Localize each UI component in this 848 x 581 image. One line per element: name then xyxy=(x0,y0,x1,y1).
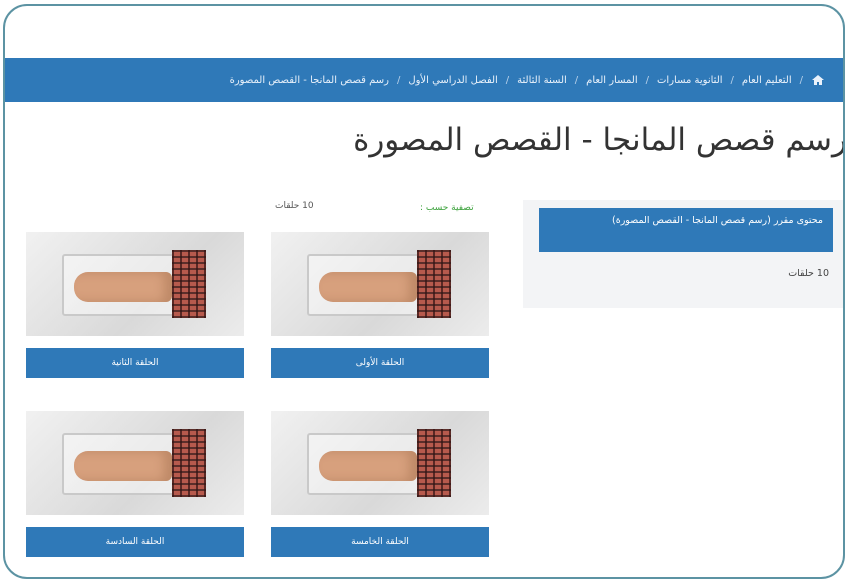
episode-thumbnail[interactable] xyxy=(271,411,489,515)
breadcrumb-bar: / التعليم العام / الثانوية مسارات / المس… xyxy=(5,58,843,102)
breadcrumb-item[interactable]: الثانوية مسارات xyxy=(657,75,723,86)
breadcrumb-item[interactable]: التعليم العام xyxy=(742,75,792,86)
breadcrumb-item[interactable]: الفصل الدراسي الأول xyxy=(408,75,497,86)
breadcrumb-item[interactable]: السنة الثالثة xyxy=(517,75,567,86)
episode-button[interactable]: الحلقة الثانية xyxy=(26,348,244,378)
grid-block xyxy=(172,429,206,497)
hand-illustration xyxy=(74,451,172,481)
episode-card[interactable]: الحلقة الأولى xyxy=(271,232,489,378)
grid-block xyxy=(417,250,451,318)
episode-card[interactable]: الحلقة الثانية xyxy=(26,232,244,378)
breadcrumb-separator: / xyxy=(730,74,734,86)
browser-frame: / التعليم العام / الثانوية مسارات / المس… xyxy=(3,4,845,579)
breadcrumb-separator: / xyxy=(799,74,803,86)
breadcrumb-item[interactable]: المسار العام xyxy=(586,75,637,86)
episode-button[interactable]: الحلقة السادسة xyxy=(26,527,244,557)
episode-card[interactable]: الحلقة السادسة xyxy=(26,411,244,557)
hand-illustration xyxy=(319,272,417,302)
episode-thumbnail[interactable] xyxy=(26,411,244,515)
episode-button[interactable]: الحلقة الخامسة xyxy=(271,527,489,557)
breadcrumb-separator: / xyxy=(574,74,579,86)
home-icon[interactable] xyxy=(811,73,825,87)
breadcrumb-separator: / xyxy=(505,74,510,86)
episode-button[interactable]: الحلقة الأولى xyxy=(271,348,489,378)
grid-block xyxy=(172,250,206,318)
lessons-count: 10 حلقات xyxy=(275,201,314,211)
sidebar-count: 10 حلقات xyxy=(788,268,829,279)
page-title: رسم قصص المانجا - القصص المصورة xyxy=(353,122,845,158)
grid-block xyxy=(417,429,451,497)
filter-label[interactable]: تصفية حسب : xyxy=(420,203,474,213)
breadcrumb-separator: / xyxy=(396,74,401,86)
episode-thumbnail[interactable] xyxy=(26,232,244,336)
episode-thumbnail[interactable] xyxy=(271,232,489,336)
sidebar-course-link[interactable]: محتوى مقرر (رسم قصص المانجا - القصص المص… xyxy=(539,208,833,252)
breadcrumb-separator: / xyxy=(645,74,650,86)
breadcrumb-current: رسم قصص المانجا - القصص المصورة xyxy=(229,74,389,86)
content-sidebar: محتوى مقرر (رسم قصص المانجا - القصص المص… xyxy=(523,200,843,308)
episode-card[interactable]: الحلقة الخامسة xyxy=(271,411,489,557)
hand-illustration xyxy=(319,451,417,481)
hand-illustration xyxy=(74,272,172,302)
